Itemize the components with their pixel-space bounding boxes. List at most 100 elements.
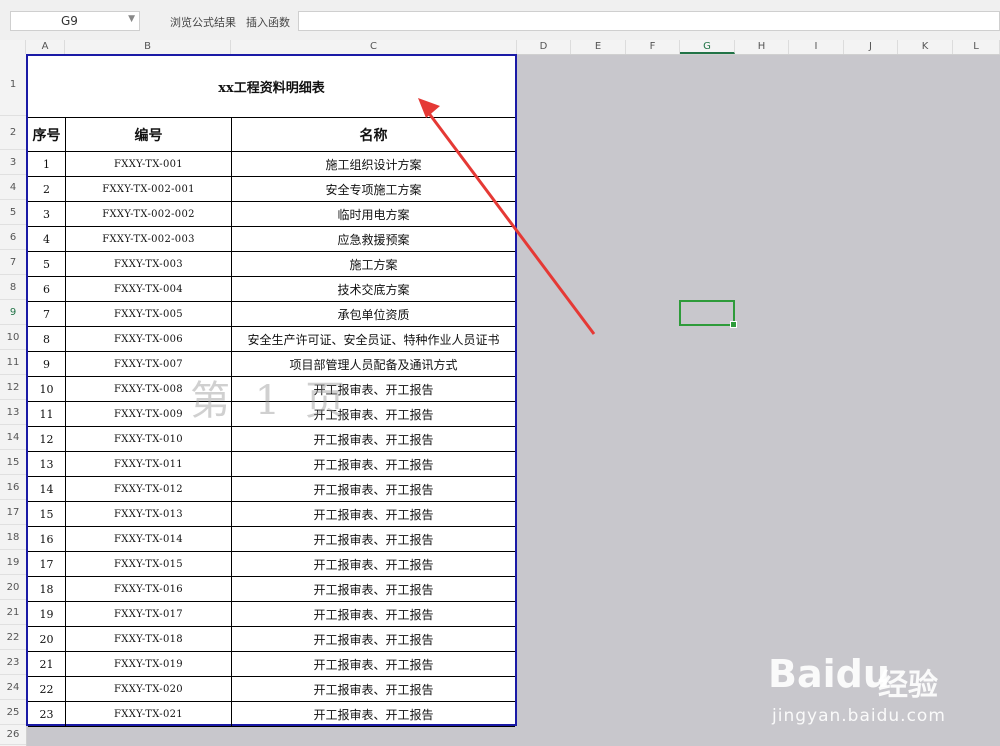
row-header-9[interactable]: 9 [0, 300, 26, 325]
column-header-f[interactable]: F [626, 40, 680, 54]
column-header-l[interactable]: L [953, 40, 1000, 54]
row-header-26[interactable]: 26 [0, 725, 26, 745]
table-row-cell[interactable]: 开工报审表、开工报告 [232, 627, 515, 652]
table-row-cell[interactable]: FXXY-TX-008 [66, 377, 232, 402]
table-header-2[interactable]: 编号 [66, 118, 232, 152]
column-header-i[interactable]: I [789, 40, 844, 54]
select-all-corner[interactable] [0, 40, 26, 54]
table-row-cell[interactable]: FXXY-TX-013 [66, 502, 232, 527]
table-row-cell[interactable]: 16 [28, 527, 66, 552]
row-header-4[interactable]: 4 [0, 175, 26, 200]
table-row-cell[interactable]: 承包单位资质 [232, 302, 515, 327]
row-header-20[interactable]: 20 [0, 575, 26, 600]
row-header-22[interactable]: 22 [0, 625, 26, 650]
column-header-b[interactable]: B [65, 40, 231, 54]
table-row-cell[interactable]: 21 [28, 652, 66, 677]
row-header-17[interactable]: 17 [0, 500, 26, 525]
row-header-1[interactable]: 1 [0, 54, 26, 116]
table-row-cell[interactable]: FXXY-TX-001 [66, 152, 232, 177]
table-row-cell[interactable]: FXXY-TX-010 [66, 427, 232, 452]
table-row-cell[interactable]: FXXY-TX-003 [66, 252, 232, 277]
table-row-cell[interactable]: FXXY-TX-009 [66, 402, 232, 427]
table-row-cell[interactable]: 应急救援预案 [232, 227, 515, 252]
name-box[interactable]: G9 ▼ [10, 11, 140, 31]
table-title[interactable]: xx工程资料明细表 [28, 56, 515, 118]
column-header-d[interactable]: D [517, 40, 571, 54]
table-row-cell[interactable]: 6 [28, 277, 66, 302]
table-row-cell[interactable]: FXXY-TX-021 [66, 702, 232, 727]
row-header-5[interactable]: 5 [0, 200, 26, 225]
table-row-cell[interactable]: FXXY-TX-002-001 [66, 177, 232, 202]
table-row-cell[interactable]: FXXY-TX-014 [66, 527, 232, 552]
table-header-1[interactable]: 序号 [28, 118, 66, 152]
column-header-a[interactable]: A [26, 40, 65, 54]
table-row-cell[interactable]: 开工报审表、开工报告 [232, 502, 515, 527]
table-row-cell[interactable]: 15 [28, 502, 66, 527]
row-header-21[interactable]: 21 [0, 600, 26, 625]
selected-cell-g9[interactable] [679, 300, 737, 328]
table-row-cell[interactable]: 开工报审表、开工报告 [232, 702, 515, 727]
table-row-cell[interactable]: 19 [28, 602, 66, 627]
table-row-cell[interactable]: FXXY-TX-002-003 [66, 227, 232, 252]
row-header-3[interactable]: 3 [0, 150, 26, 175]
table-row-cell[interactable]: 开工报审表、开工报告 [232, 402, 515, 427]
table-row-cell[interactable]: 开工报审表、开工报告 [232, 652, 515, 677]
column-header-k[interactable]: K [898, 40, 953, 54]
row-header-12[interactable]: 12 [0, 375, 26, 400]
row-header-18[interactable]: 18 [0, 525, 26, 550]
column-header-j[interactable]: J [844, 40, 898, 54]
table-row-cell[interactable]: 安全生产许可证、安全员证、特种作业人员证书 [232, 327, 515, 352]
table-row-cell[interactable]: FXXY-TX-018 [66, 627, 232, 652]
row-header-2[interactable]: 2 [0, 116, 26, 150]
chevron-down-icon[interactable]: ▼ [128, 14, 135, 24]
column-header-c[interactable]: C [231, 40, 517, 54]
table-row-cell[interactable]: 开工报审表、开工报告 [232, 602, 515, 627]
table-row-cell[interactable]: 12 [28, 427, 66, 452]
table-row-cell[interactable]: 1 [28, 152, 66, 177]
table-row-cell[interactable]: 20 [28, 627, 66, 652]
table-row-cell[interactable]: 项目部管理人员配备及通讯方式 [232, 352, 515, 377]
table-row-cell[interactable]: FXXY-TX-006 [66, 327, 232, 352]
table-row-cell[interactable]: 7 [28, 302, 66, 327]
row-header-15[interactable]: 15 [0, 450, 26, 475]
row-header-14[interactable]: 14 [0, 425, 26, 450]
table-row-cell[interactable]: FXXY-TX-019 [66, 652, 232, 677]
table-row-cell[interactable]: 开工报审表、开工报告 [232, 677, 515, 702]
row-header-16[interactable]: 16 [0, 475, 26, 500]
table-row-cell[interactable]: FXXY-TX-011 [66, 452, 232, 477]
table-row-cell[interactable]: 11 [28, 402, 66, 427]
column-header-e[interactable]: E [571, 40, 626, 54]
column-header-h[interactable]: H [735, 40, 789, 54]
table-row-cell[interactable]: 施工组织设计方案 [232, 152, 515, 177]
table-row-cell[interactable]: 开工报审表、开工报告 [232, 377, 515, 402]
table-row-cell[interactable]: 5 [28, 252, 66, 277]
table-row-cell[interactable]: 14 [28, 477, 66, 502]
table-row-cell[interactable]: 安全专项施工方案 [232, 177, 515, 202]
table-row-cell[interactable]: 22 [28, 677, 66, 702]
table-row-cell[interactable]: FXXY-TX-012 [66, 477, 232, 502]
table-row-cell[interactable]: FXXY-TX-002-002 [66, 202, 232, 227]
table-row-cell[interactable]: FXXY-TX-016 [66, 577, 232, 602]
row-header-19[interactable]: 19 [0, 550, 26, 575]
table-row-cell[interactable]: 8 [28, 327, 66, 352]
table-row-cell[interactable]: 18 [28, 577, 66, 602]
table-row-cell[interactable]: FXXY-TX-015 [66, 552, 232, 577]
table-header-3[interactable]: 名称 [232, 118, 515, 152]
table-row-cell[interactable]: FXXY-TX-007 [66, 352, 232, 377]
fill-handle[interactable] [730, 321, 737, 328]
table-row-cell[interactable]: FXXY-TX-005 [66, 302, 232, 327]
insert-function-button[interactable]: 插入函数 [246, 14, 290, 30]
row-header-6[interactable]: 6 [0, 225, 26, 250]
row-header-23[interactable]: 23 [0, 650, 26, 675]
table-row-cell[interactable]: 开工报审表、开工报告 [232, 577, 515, 602]
row-header-24[interactable]: 24 [0, 675, 26, 700]
table-row-cell[interactable]: 开工报审表、开工报告 [232, 477, 515, 502]
row-header-7[interactable]: 7 [0, 250, 26, 275]
table-row-cell[interactable]: 17 [28, 552, 66, 577]
table-row-cell[interactable]: 临时用电方案 [232, 202, 515, 227]
table-row-cell[interactable]: 技术交底方案 [232, 277, 515, 302]
table-row-cell[interactable]: 施工方案 [232, 252, 515, 277]
table-row-cell[interactable]: 2 [28, 177, 66, 202]
column-header-g[interactable]: G [680, 40, 735, 54]
table-row-cell[interactable]: 13 [28, 452, 66, 477]
